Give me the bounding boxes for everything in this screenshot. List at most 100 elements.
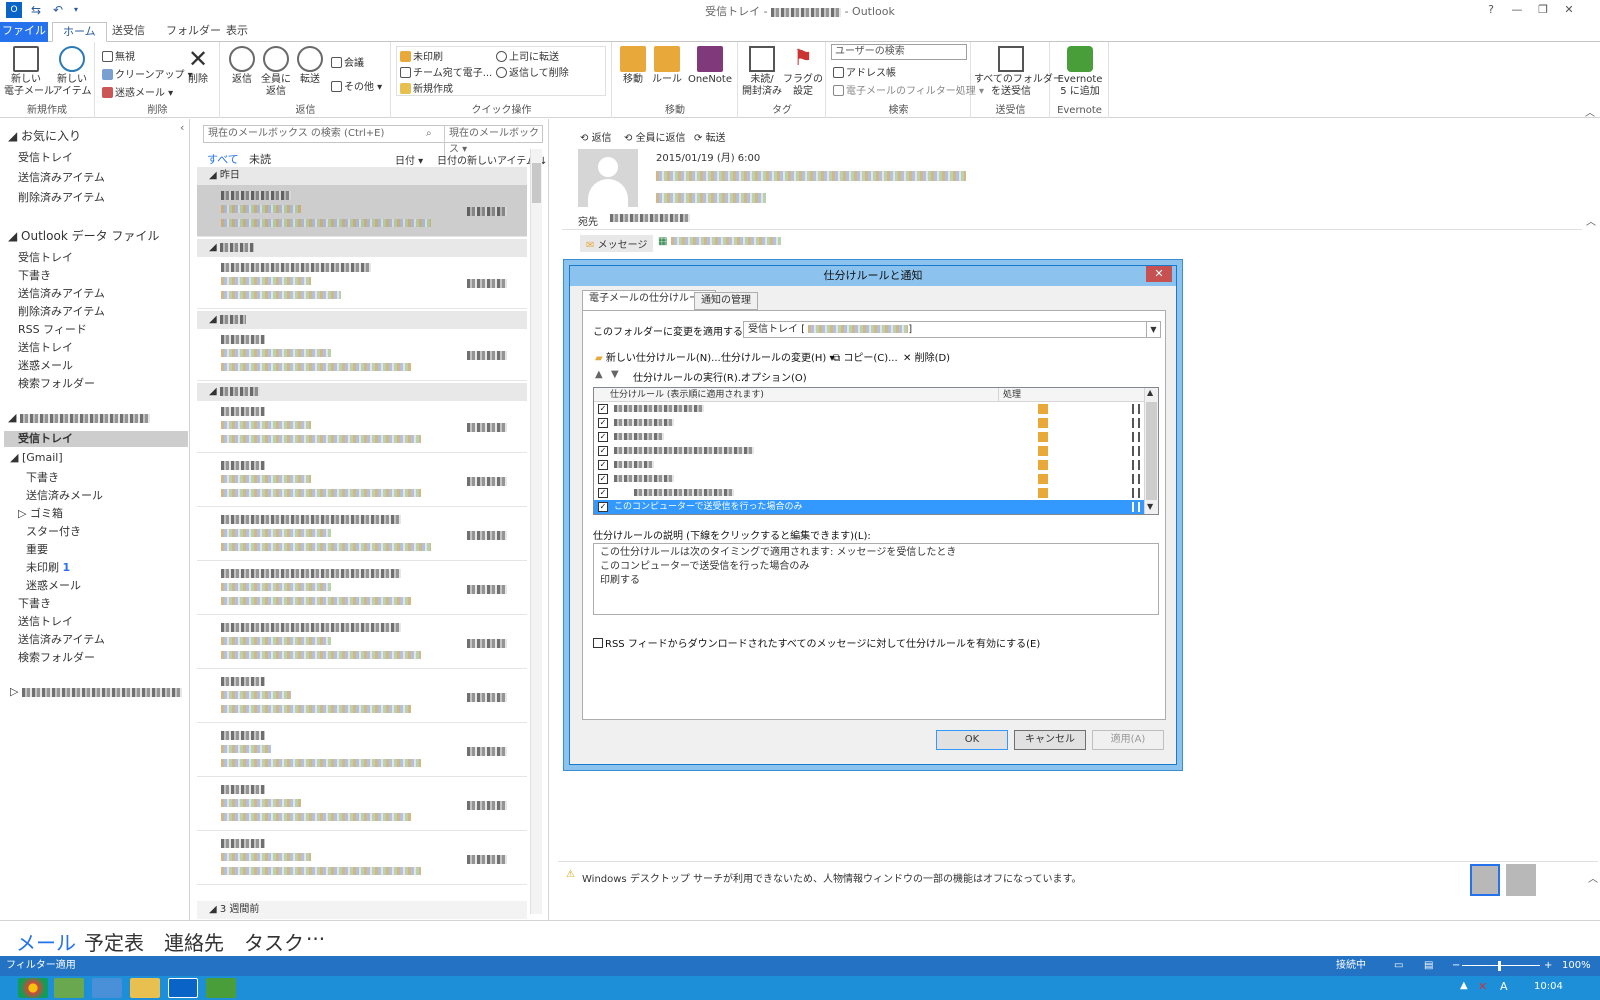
list-item[interactable] [197, 455, 527, 507]
list-item[interactable] [197, 401, 527, 453]
list-item[interactable] [197, 779, 527, 831]
reading-reply-all-button[interactable]: ⟲ 全員に返信 [624, 129, 686, 144]
group-header[interactable]: ◢ [197, 311, 527, 329]
quick-step-unprinted[interactable]: 未印刷 [400, 48, 443, 63]
flag-button[interactable]: ⚑ フラグの 設定 [783, 46, 823, 98]
expand-people-pane-icon[interactable]: ︿ [1588, 870, 1598, 885]
gmail-header[interactable]: ◢ [Gmail] [10, 451, 63, 464]
more-respond-button[interactable]: その他 ▾ [331, 78, 382, 93]
rules-button[interactable]: ルール [651, 46, 683, 86]
rule-checkbox[interactable]: ✓ [598, 474, 608, 484]
reading-reply-button[interactable]: ⟲ 返信 [580, 129, 612, 144]
onenote-button[interactable]: OneNote [685, 46, 735, 86]
filter-email-button[interactable]: 電子メールのフィルター処理 ▾ [833, 82, 984, 97]
network-icon[interactable]: ✕ [1478, 980, 1487, 993]
address-book-button[interactable]: アドレス帳 [833, 64, 896, 79]
new-items-button[interactable]: 新しい アイテム [50, 46, 94, 98]
quick-step-team[interactable]: チーム宛て電子... [400, 64, 492, 79]
forward-button[interactable]: 転送 [293, 46, 327, 86]
account-drafts[interactable]: 下書き [18, 595, 51, 611]
nav-calendar[interactable]: 予定表 [84, 927, 144, 956]
scroll-up-icon[interactable]: ▲ [1147, 388, 1153, 397]
zoom-slider-thumb[interactable] [1498, 961, 1501, 971]
rule-checkbox[interactable]: ✓ [598, 460, 608, 470]
scroll-thumb[interactable] [532, 163, 541, 203]
rule-checkbox[interactable]: ✓ [598, 418, 608, 428]
gmail-sent[interactable]: 送信済みメール [26, 487, 103, 503]
data-deleted[interactable]: 削除済みアイテム [18, 303, 105, 319]
account2-header[interactable]: ▷ [10, 685, 182, 698]
filter-unread[interactable]: 未読 [249, 151, 271, 167]
rule-checkbox[interactable]: ✓ [598, 404, 608, 414]
group-header-3weeks[interactable]: ◢ 3 週間前 [197, 901, 527, 919]
dialog-close-button[interactable]: ✕ [1146, 266, 1172, 282]
send-receive-all-button[interactable]: すべてのフォルダー を送受信 [974, 46, 1063, 98]
filter-all[interactable]: すべて [207, 151, 239, 167]
attachment-file[interactable]: ▦ [658, 236, 781, 247]
apply-button[interactable]: 適用(A) [1092, 730, 1164, 750]
gmail-unprinted[interactable]: 未印刷 1 [26, 559, 70, 575]
list-item[interactable] [197, 671, 527, 723]
list-item[interactable] [197, 329, 527, 381]
ie-icon[interactable] [92, 978, 122, 998]
list-item[interactable] [197, 563, 527, 615]
evernote-taskbar-icon[interactable] [206, 978, 236, 998]
outlook-taskbar-icon[interactable] [168, 978, 198, 998]
zoom-slider[interactable] [1462, 965, 1540, 966]
chrome-icon[interactable] [18, 978, 48, 998]
list-item[interactable] [197, 725, 527, 777]
list-item[interactable] [197, 185, 527, 237]
people-pane-avatar-2[interactable] [1506, 864, 1536, 896]
list-item[interactable] [197, 617, 527, 669]
move-button[interactable]: 移動 [617, 46, 649, 86]
options-button[interactable]: オプション(O) [741, 369, 807, 384]
account-sent[interactable]: 送信済みアイテム [18, 631, 105, 647]
ignore-button[interactable]: 無視 [102, 48, 135, 63]
list-item[interactable] [197, 509, 527, 561]
col-rule[interactable]: 仕分けルール (表示順に適用されます) [610, 388, 764, 402]
group-header-yesterday[interactable]: ◢ 昨日 [197, 167, 527, 185]
collapse-ribbon-icon[interactable]: ︿ [1585, 104, 1595, 119]
fav-sent[interactable]: 送信済みアイテム [18, 169, 105, 185]
gmail-trash[interactable]: ▷ ゴミ箱 [18, 505, 63, 521]
gmail-important[interactable]: 重要 [26, 541, 48, 557]
tab-manage-alerts[interactable]: 通知の管理 [694, 292, 758, 310]
minimize-button[interactable]: — [1506, 2, 1528, 18]
zoom-in-icon[interactable]: + [1544, 956, 1552, 976]
cancel-button[interactable]: キャンセル [1014, 730, 1086, 750]
collapse-header-icon[interactable]: ︿ [1586, 213, 1596, 228]
zoom-level[interactable]: 100% [1562, 956, 1591, 976]
mailbox-search-input[interactable]: 現在のメールボックス の検索 (Ctrl+E) ⌕ 現在のメールボックス ▾ [203, 125, 543, 158]
col-action[interactable]: 処理 [998, 388, 1021, 402]
account-inbox[interactable]: 受信トレイ [4, 431, 188, 447]
normal-view-icon[interactable]: ▭ [1394, 956, 1403, 976]
move-down-icon[interactable]: ▼ [611, 369, 619, 380]
data-inbox[interactable]: 受信トレイ [18, 249, 73, 265]
account-outbox[interactable]: 送信トレイ [18, 613, 73, 629]
change-rule-button[interactable]: 仕分けルールの変更(H) ▾ [721, 349, 835, 364]
message-list-scrollbar[interactable] [530, 149, 542, 914]
new-email-button[interactable]: 新しい 電子メール [4, 46, 54, 98]
group-header[interactable]: ◢ [197, 239, 527, 257]
rule-row[interactable]: ✓ [594, 416, 1144, 430]
copy-rule-button[interactable]: ⧉ コピー(C)... [833, 349, 898, 364]
data-sent[interactable]: 送信済みアイテム [18, 285, 105, 301]
scroll-thumb[interactable] [1146, 402, 1157, 500]
rule-checkbox[interactable]: ✓ [598, 432, 608, 442]
nav-mail[interactable]: メール [16, 927, 76, 956]
ime-icon[interactable]: A [1500, 980, 1508, 993]
run-rules-button[interactable]: 仕分けルールの実行(R)... [633, 369, 747, 384]
explorer-icon[interactable] [130, 978, 160, 998]
zoom-out-icon[interactable]: − [1452, 956, 1460, 976]
app-icon[interactable] [54, 978, 84, 998]
tab-view[interactable]: 表示 [216, 22, 258, 42]
apply-to-folder-select[interactable]: 受信トレイ [ ] ▼ [743, 321, 1161, 338]
account-search-folders[interactable]: 検索フォルダー [18, 649, 95, 665]
gmail-drafts[interactable]: 下書き [26, 469, 59, 485]
rule-row[interactable]: ✓ [594, 402, 1144, 416]
list-item[interactable] [197, 833, 527, 885]
rss-checkbox[interactable] [593, 638, 603, 648]
close-button[interactable]: ✕ [1558, 2, 1580, 18]
desc-line-link[interactable]: このコンピューターで送受信を行った場合のみ [600, 560, 1152, 574]
nav-tasks[interactable]: タスク [244, 927, 304, 956]
